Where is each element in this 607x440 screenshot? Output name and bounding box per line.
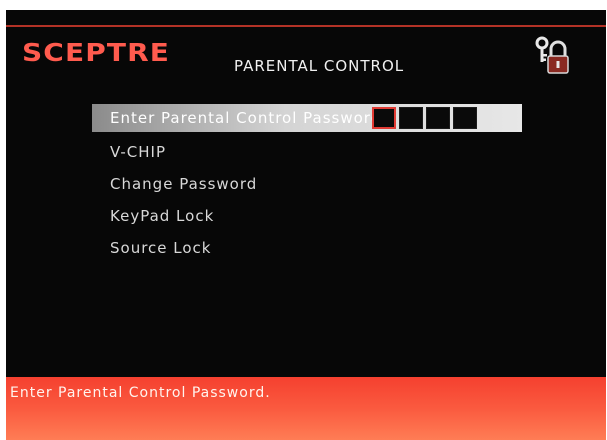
menu-item-label: V-CHIP [110, 143, 167, 161]
parental-control-menu: Enter Parental Control Password V-CHIP C… [92, 104, 532, 266]
menu-item-change-password[interactable]: Change Password [92, 170, 532, 202]
header-divider [6, 25, 606, 27]
password-digit-3[interactable] [426, 107, 450, 129]
status-bar: Enter Parental Control Password. [6, 377, 606, 440]
password-digit-1[interactable] [372, 107, 396, 129]
brand-logo: SCEPTRE [22, 38, 170, 67]
menu-item-label: Source Lock [110, 239, 212, 257]
menu-item-v-chip[interactable]: V-CHIP [92, 138, 532, 170]
password-input[interactable] [372, 107, 477, 129]
menu-item-source-lock[interactable]: Source Lock [92, 234, 532, 266]
page-title: PARENTAL CONTROL [234, 57, 405, 75]
menu-item-keypad-lock[interactable]: KeyPad Lock [92, 202, 532, 234]
menu-item-label: Change Password [110, 175, 258, 193]
lock-key-icon [535, 36, 569, 74]
menu-item-label: Enter Parental Control Password [110, 109, 382, 127]
tv-screen: SCEPTRE PARENTAL CONTROL Enter Parental … [6, 10, 606, 440]
menu-item-label: KeyPad Lock [110, 207, 215, 225]
password-digit-2[interactable] [399, 107, 423, 129]
menu-item-enter-password[interactable]: Enter Parental Control Password [92, 104, 522, 132]
password-digit-4[interactable] [453, 107, 477, 129]
status-message: Enter Parental Control Password. [10, 385, 271, 401]
